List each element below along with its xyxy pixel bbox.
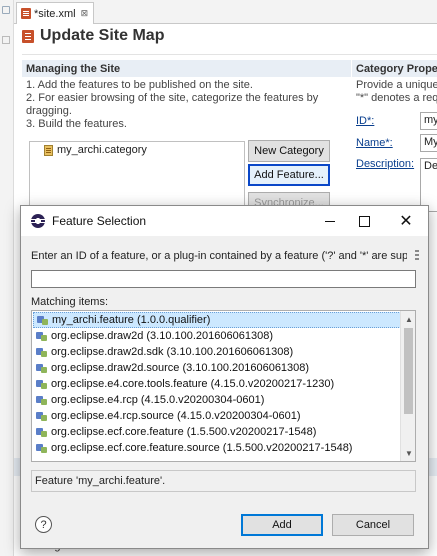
tree-item-category[interactable]: my_archi.category [44, 144, 147, 156]
category-icon [44, 144, 53, 156]
tree-item-label: my_archi.category [57, 144, 147, 156]
tab-site-xml[interactable]: *site.xml ⊠ [16, 2, 94, 24]
matching-items-label: Matching items: [31, 296, 109, 308]
page-title: Update Site Map [22, 27, 164, 45]
feature-icon [36, 411, 48, 422]
list-item-label: org.eclipse.draw2d (3.10.100.20160606130… [51, 330, 273, 342]
step-line: 1. Add the features to be published on t… [26, 79, 253, 91]
list-item-label: org.eclipse.e4.rcp (4.15.0.v20200304-060… [51, 394, 265, 406]
managing-site-header: Managing the Site [22, 60, 351, 77]
list-item[interactable]: org.eclipse.draw2d.sdk (3.10.100.2016060… [33, 344, 401, 360]
new-category-button[interactable]: New Category [248, 140, 330, 162]
minimize-button[interactable] [313, 206, 347, 236]
dialog-title: Feature Selection [52, 214, 147, 228]
id-row: ID*: my [356, 112, 437, 130]
desc-line: Provide a unique [356, 79, 437, 91]
category-properties-header: Category Proper [352, 60, 437, 77]
scroll-up-icon[interactable]: ▲ [401, 311, 415, 327]
list-item-label: org.eclipse.draw2d.source (3.10.100.2016… [51, 362, 310, 374]
eclipse-icon [31, 214, 45, 228]
list-item[interactable]: org.eclipse.e4.core.tools.feature (4.15.… [33, 376, 401, 392]
list-item[interactable]: my_archi.feature (1.0.0.qualifier) [33, 312, 401, 328]
description-field[interactable]: Des [420, 158, 437, 212]
maximize-button[interactable] [347, 206, 381, 236]
title-divider [22, 54, 437, 55]
name-label: Name*: [356, 137, 393, 149]
close-button[interactable]: ✕ [389, 206, 423, 236]
tab-label: *site.xml [34, 7, 76, 20]
category-properties-section: Category Proper Provide a unique "*" den… [352, 60, 437, 220]
description-label: Description: [356, 158, 415, 170]
id-field[interactable]: my [420, 112, 437, 130]
gutter-icon [2, 36, 10, 44]
feature-icon [36, 379, 48, 390]
list-item-label: org.eclipse.e4.rcp.source (4.15.0.v20200… [51, 410, 301, 422]
help-icon[interactable]: ? [35, 516, 52, 533]
feature-icon [36, 331, 48, 342]
view-menu-icon[interactable] [415, 250, 421, 262]
feature-icon [36, 395, 48, 406]
feature-icon [36, 427, 48, 438]
desc-line: "*" denotes a requ [356, 92, 437, 104]
managing-steps: 1. Add the features to be published on t… [22, 77, 351, 133]
name-row: Name*: My [356, 134, 437, 152]
xml-file-icon [21, 8, 31, 19]
scroll-down-icon[interactable]: ▼ [401, 445, 415, 461]
list-item[interactable]: org.eclipse.ecf.core.feature (1.5.500.v2… [33, 424, 401, 440]
list-item-label: org.eclipse.ecf.core.feature (1.5.500.v2… [51, 426, 317, 438]
add-button[interactable]: Add [241, 514, 323, 536]
cancel-button[interactable]: Cancel [332, 514, 414, 536]
add-feature-button[interactable]: Add Feature... [248, 164, 330, 186]
properties-description: Provide a unique "*" denotes a requ [352, 77, 437, 107]
tab-close-icon[interactable]: ⊠ [81, 8, 89, 19]
step-line: 2. For easier browsing of the site, cate… [26, 92, 319, 104]
filter-prompt: Enter an ID of a feature, or a plug-in c… [31, 250, 407, 262]
left-gutter [0, 0, 14, 556]
feature-icon [36, 347, 48, 358]
step-line: dragging. [26, 105, 72, 117]
feature-icon [36, 443, 48, 454]
scroll-thumb[interactable] [404, 328, 413, 414]
matching-items-list[interactable]: my_archi.feature (1.0.0.qualifier) org.e… [31, 310, 416, 462]
step-line: 3. Build the features. [26, 118, 127, 130]
description-row: Description: Des [356, 158, 437, 212]
list-item[interactable]: org.eclipse.ecf.core.feature.source (1.5… [33, 440, 401, 456]
list-scrollbar[interactable]: ▲ ▼ [400, 311, 415, 461]
dialog-titlebar[interactable]: Feature Selection ✕ [21, 206, 428, 236]
name-field[interactable]: My [420, 134, 437, 152]
editor-tabbar: *site.xml ⊠ [14, 0, 437, 24]
feature-selection-dialog: Feature Selection ✕ Enter an ID of a fea… [20, 205, 429, 549]
list-item-label: org.eclipse.ecf.core.feature.source (1.5… [51, 442, 353, 454]
list-item[interactable]: org.eclipse.draw2d (3.10.100.20160606130… [33, 328, 401, 344]
list-item-label: org.eclipse.draw2d.sdk (3.10.100.2016060… [51, 346, 294, 358]
feature-icon [37, 315, 49, 326]
list-item[interactable]: org.eclipse.draw2d.source (3.10.100.2016… [33, 360, 401, 376]
list-item-label: my_archi.feature (1.0.0.qualifier) [52, 314, 211, 326]
id-label: ID*: [356, 115, 375, 127]
gutter-icon [2, 6, 10, 14]
list-bottom-strip [31, 462, 416, 468]
list-item[interactable]: org.eclipse.e4.rcp (4.15.0.v20200304-060… [33, 392, 401, 408]
page-title-text: Update Site Map [40, 27, 165, 44]
feature-icon [36, 363, 48, 374]
list-item-label: org.eclipse.e4.core.tools.feature (4.15.… [51, 378, 335, 390]
selection-status: Feature 'my_archi.feature'. [31, 470, 416, 492]
filter-input[interactable] [31, 270, 416, 288]
dialog-body: Enter an ID of a feature, or a plug-in c… [21, 236, 428, 548]
site-map-icon [22, 29, 34, 43]
list-item[interactable]: org.eclipse.e4.rcp.source (4.15.0.v20200… [33, 408, 401, 424]
